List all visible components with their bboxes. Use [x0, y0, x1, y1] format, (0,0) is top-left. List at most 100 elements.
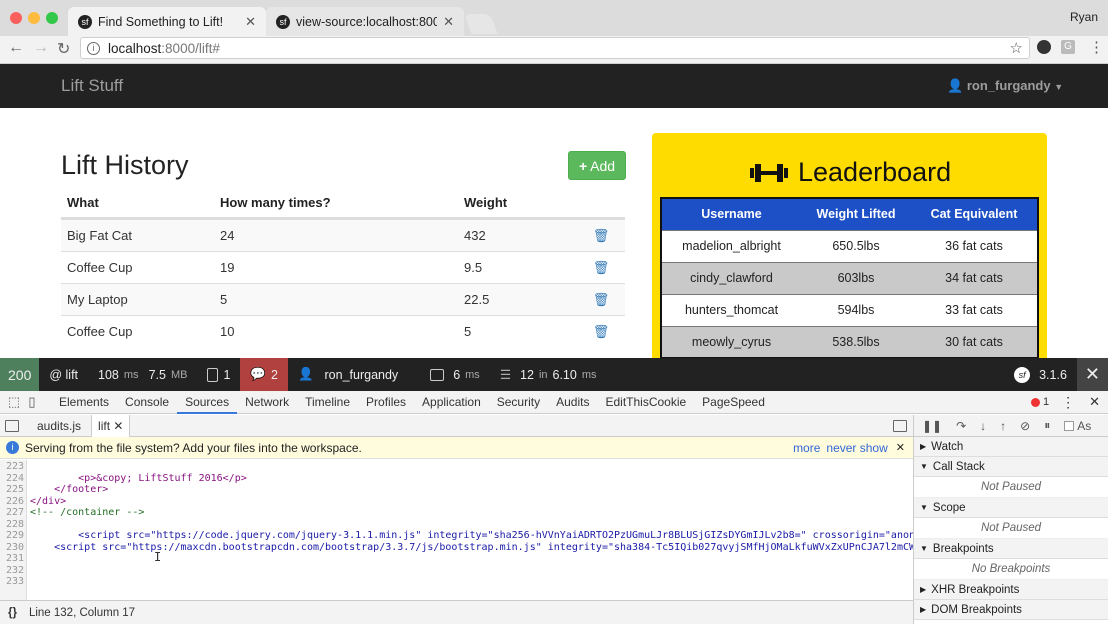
reload-icon[interactable]: ↻	[57, 39, 70, 59]
add-button[interactable]: + Add	[568, 151, 626, 180]
user-panel[interactable]: 👤 ron_furgandy	[288, 358, 408, 391]
close-tab-icon[interactable]: ✕	[437, 14, 454, 30]
dom-breakpoints-section[interactable]: ▶ DOM Breakpoints	[914, 600, 1108, 620]
close-tab-icon[interactable]: ✕	[239, 14, 256, 30]
error-counter[interactable]: 1	[1030, 396, 1049, 408]
tab-profiles[interactable]: Profiles	[358, 391, 414, 414]
toggle-debugger-icon[interactable]	[893, 419, 907, 432]
xhr-breakpoints-section[interactable]: ▶ XHR Breakpoints	[914, 580, 1108, 600]
breakpoints-section[interactable]: ▼ Breakpoints	[914, 539, 1108, 559]
db-queries[interactable]: ☰ 12 in 6.10 ms	[490, 358, 607, 391]
tab-pagespeed[interactable]: PageSpeed	[694, 391, 773, 414]
line-number[interactable]: 223	[0, 461, 24, 473]
step-into-icon[interactable]: ↓	[980, 419, 986, 433]
line-number[interactable]: 229	[0, 530, 24, 542]
step-out-icon[interactable]: ↑	[1000, 419, 1006, 433]
trash-icon[interactable]: 🗑	[577, 292, 625, 308]
close-file-icon[interactable]: ✕	[113, 419, 123, 433]
device-toolbar-icon[interactable]: ▯	[23, 394, 41, 410]
info-icon[interactable]: i	[87, 41, 100, 55]
lift-history-table: What How many times? Weight Big Fat Cat …	[61, 187, 625, 347]
pause-icon[interactable]: ❚❚	[922, 419, 942, 433]
browser-tab-active[interactable]: sf Find Something to Lift! ✕	[68, 7, 266, 36]
profile-name[interactable]: Ryan	[1070, 10, 1098, 24]
toggle-navigator-icon[interactable]	[5, 419, 19, 432]
memory-usage[interactable]: 7.5 MB	[149, 358, 198, 391]
address-bar[interactable]: i localhost:8000/lift# ☆	[80, 37, 1030, 59]
menu-icon[interactable]: ⋮	[1089, 38, 1104, 56]
code-editor[interactable]: 223 224 225 226 227 228 229 230 231 232 …	[0, 460, 913, 600]
tab-editthiscookie[interactable]: EditThisCookie	[597, 391, 694, 414]
line-number[interactable]: 224	[0, 472, 24, 484]
status-code[interactable]: 200	[0, 358, 40, 391]
user-dropdown[interactable]: 👤 ron_furgandy ▼	[947, 78, 1063, 94]
close-devtools-icon[interactable]: ✕	[1089, 394, 1100, 410]
trash-icon[interactable]: 🗑	[577, 260, 625, 276]
line-number[interactable]: 233	[0, 576, 24, 588]
pause-on-exceptions-icon[interactable]: ⏸	[1044, 418, 1050, 433]
info-more-link[interactable]: more	[793, 441, 820, 455]
close-info-icon[interactable]: ✕	[896, 441, 905, 454]
site-brand[interactable]: Lift Stuff	[61, 76, 123, 96]
line-number[interactable]: 230	[0, 541, 24, 553]
new-tab-button[interactable]	[464, 14, 498, 34]
deactivate-breakpoints-icon[interactable]: ⊘	[1020, 419, 1030, 433]
maximize-window-icon[interactable]	[46, 12, 58, 24]
code-line: </div>	[30, 495, 67, 507]
errors-panel[interactable]: 💬 2	[240, 358, 288, 391]
tab-security[interactable]: Security	[489, 391, 548, 414]
cell-what: Coffee Cup	[67, 324, 133, 339]
pretty-print-icon[interactable]: {}	[8, 607, 17, 619]
line-number[interactable]: 226	[0, 495, 24, 507]
trash-icon[interactable]: 🗑	[577, 324, 625, 340]
close-window-icon[interactable]	[10, 12, 22, 24]
info-never-show-link[interactable]: never show	[826, 441, 887, 455]
tab-timeline[interactable]: Timeline	[297, 391, 358, 414]
collapse-arrow-icon: ▼	[920, 462, 928, 471]
file-tab-lift[interactable]: lift ✕	[91, 414, 131, 437]
forward-icon[interactable]: →	[33, 39, 49, 57]
tab-sources[interactable]: Sources	[177, 391, 238, 414]
info-icon: i	[6, 441, 19, 454]
tab-application[interactable]: Application	[414, 391, 489, 414]
forms-panel[interactable]: 1	[197, 358, 240, 391]
tab-elements[interactable]: Elements	[51, 391, 117, 414]
call-stack-section[interactable]: ▼ Call Stack	[914, 457, 1108, 477]
tab-audits[interactable]: Audits	[548, 391, 597, 414]
cursor-position: Line 132, Column 17	[28, 606, 136, 619]
line-number[interactable]: 231	[0, 553, 24, 565]
watch-section[interactable]: ▶ Watch	[914, 437, 1108, 457]
step-over-icon[interactable]: ↷	[956, 419, 966, 433]
leaderboard-title-text: Leaderboard	[798, 157, 952, 187]
tab-console[interactable]: Console	[117, 391, 177, 414]
line-number[interactable]: 225	[0, 484, 24, 496]
back-icon[interactable]: ←	[8, 39, 24, 57]
browser-tab[interactable]: sf view-source:localhost:8000/lif ✕	[266, 7, 464, 36]
close-toolbar-icon[interactable]: ✕	[1076, 358, 1108, 391]
cell-weight: 538.5lbs	[801, 325, 911, 358]
cell-weight: 594lbs	[801, 293, 911, 326]
cell-cats: 36 fat cats	[911, 229, 1038, 262]
devtools-menu-icon[interactable]: ⋮	[1061, 394, 1075, 411]
line-number[interactable]: 227	[0, 507, 24, 519]
request-time[interactable]: 108 ms	[88, 358, 149, 391]
browser-tab-strip: sf Find Something to Lift! ✕ sf view-sou…	[0, 0, 1108, 36]
inspect-element-icon[interactable]: ⬚	[5, 394, 23, 410]
route-name[interactable]: @ lift	[39, 358, 88, 391]
file-tab-audits[interactable]: audits.js	[27, 419, 91, 433]
extension-icon[interactable]	[1037, 40, 1051, 54]
bookmark-star-icon[interactable]: ☆	[1010, 39, 1023, 57]
line-number[interactable]: 232	[0, 564, 24, 576]
extension-g-icon[interactable]: G	[1061, 40, 1075, 54]
trash-icon[interactable]: 🗑	[577, 228, 625, 244]
scope-section[interactable]: ▼ Scope	[914, 498, 1108, 518]
line-number[interactable]: 228	[0, 518, 24, 530]
forms-count: 1	[223, 367, 231, 382]
symfony-version[interactable]: sf 3.1.6	[1004, 358, 1077, 391]
debugger-sidebar: ❚❚ ↷ ↓ ↑ ⊘ ⏸ As ▶ Watch ▼ Call Stack Not P…	[913, 415, 1108, 624]
expand-arrow-icon: ▶	[920, 605, 927, 614]
async-checkbox[interactable]: As	[1064, 419, 1091, 433]
minimize-window-icon[interactable]	[28, 12, 40, 24]
render-time[interactable]: 6 ms	[420, 358, 490, 391]
tab-network[interactable]: Network	[237, 391, 297, 414]
